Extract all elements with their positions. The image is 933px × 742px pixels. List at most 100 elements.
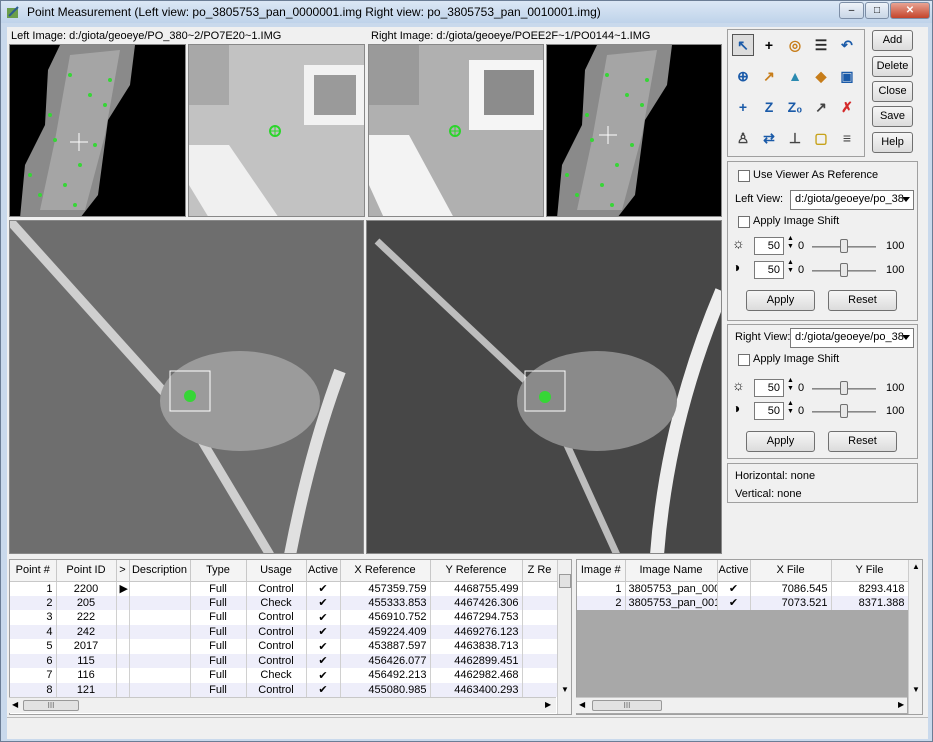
table-row[interactable]: 4 242 Full Control ✔ 459224.409 4469276.123 (10, 624, 558, 639)
table-cell[interactable]: 222 (56, 610, 117, 625)
table-cell[interactable] (522, 595, 558, 610)
table-cell[interactable]: 457359.759 (340, 581, 431, 596)
table-cell[interactable]: 459224.409 (340, 624, 431, 639)
table-cell[interactable]: 455333.853 (340, 595, 431, 610)
point_table-header[interactable]: Point ID (56, 560, 117, 582)
table-cell[interactable]: 7073.521 (750, 595, 832, 610)
table-cell[interactable]: 3 (10, 610, 57, 625)
table-row[interactable]: 3 222 Full Control ✔ 456910.752 4467294.753 (10, 610, 558, 625)
table-cell[interactable]: Full (190, 653, 247, 668)
hscroll-thumb[interactable]: III (23, 700, 79, 711)
table-cell[interactable]: 456426.077 (340, 653, 431, 668)
point_table-header[interactable]: Type (190, 560, 247, 582)
table-cell[interactable] (116, 624, 130, 639)
table-cell[interactable] (522, 639, 558, 654)
maximize-button[interactable]: □ (865, 2, 889, 19)
table-icon[interactable]: ☰ (810, 34, 832, 56)
table-cell[interactable] (522, 581, 558, 596)
table-cell[interactable]: 4463400.293 (430, 682, 523, 697)
scroll-right-icon[interactable]: ▶ (898, 700, 904, 709)
table-cell[interactable]: 456910.752 (340, 610, 431, 625)
table-cell[interactable] (522, 682, 558, 697)
point_table-header[interactable]: Active (306, 560, 341, 582)
table-cell[interactable]: 7 (10, 668, 57, 683)
table-cell[interactable]: Full (190, 595, 247, 610)
table-cell[interactable]: Control (246, 610, 307, 625)
table-cell[interactable]: Control (246, 653, 307, 668)
image_table-header[interactable]: Active (717, 560, 751, 582)
table-cell[interactable]: 4467426.306 (430, 595, 523, 610)
left-contrast-thumb[interactable] (840, 263, 848, 277)
table-cell[interactable]: 7086.545 (750, 581, 832, 596)
point-table-hscroll[interactable]: ◀ III ▶ (9, 697, 556, 713)
table-cell[interactable] (116, 668, 130, 683)
image_table-header[interactable]: Image Name (625, 560, 718, 582)
table-cell[interactable]: 2200 (56, 581, 117, 596)
table-cell[interactable] (116, 653, 130, 668)
image-table-vscroll[interactable]: ▲ ▼ (908, 560, 922, 714)
table-cell[interactable]: Control (246, 682, 307, 697)
lock-icon[interactable]: ◎ (784, 34, 806, 56)
z-sub-icon[interactable]: Z₀ (784, 96, 806, 118)
point_table-header[interactable]: X Reference (340, 560, 431, 582)
table-cell[interactable] (129, 682, 191, 697)
table-cell[interactable]: 1 (577, 581, 626, 596)
image_table-header[interactable]: Image # (577, 560, 626, 582)
table-row[interactable]: 5 2017 Full Control ✔ 453887.597 4463838.713 (10, 639, 558, 654)
table-cell[interactable]: 115 (56, 653, 117, 668)
help-button[interactable]: Help (872, 132, 913, 153)
table-cell[interactable]: ✔ (306, 639, 341, 654)
table-cell[interactable] (129, 610, 191, 625)
right-apply-button[interactable]: Apply (746, 431, 815, 452)
table-cell[interactable]: 4467294.753 (430, 610, 523, 625)
pin-icon[interactable]: ↗ (758, 65, 780, 87)
table-cell[interactable]: 116 (56, 668, 117, 683)
table-cell[interactable]: 2 (10, 595, 57, 610)
scroll-left-icon[interactable]: ◀ (579, 700, 585, 709)
table-cell[interactable] (129, 653, 191, 668)
table-cell[interactable] (129, 624, 191, 639)
vscroll-thumb[interactable] (559, 574, 571, 588)
triangle-icon[interactable]: ▲ (784, 65, 806, 87)
table-cell[interactable]: ✔ (306, 668, 341, 683)
right-reset-button[interactable]: Reset (828, 431, 897, 452)
image_table-header[interactable]: Y File (831, 560, 909, 582)
close-button[interactable]: Close (872, 81, 913, 102)
table-cell[interactable]: Full (190, 624, 247, 639)
table-cell[interactable] (116, 639, 130, 654)
table-cell[interactable]: 4463838.713 (430, 639, 523, 654)
scroll-up-icon[interactable]: ▲ (912, 562, 920, 571)
table-cell[interactable]: ✔ (306, 653, 341, 668)
table-cell[interactable]: Control (246, 624, 307, 639)
save-image-icon[interactable]: ▣ (836, 65, 858, 87)
close-window-button[interactable]: ✕ (890, 2, 930, 19)
table-cell[interactable]: Check (246, 595, 307, 610)
select-tool-icon[interactable]: ↖ (732, 34, 754, 56)
table-cell[interactable] (522, 610, 558, 625)
undo-icon[interactable]: ↶ (836, 34, 858, 56)
clear-icon[interactable]: ✗ (836, 96, 858, 118)
table-cell[interactable]: Control (246, 639, 307, 654)
scroll-right-icon[interactable]: ▶ (545, 700, 551, 709)
left-brightness-thumb[interactable] (840, 239, 848, 253)
right-contrast-thumb[interactable] (840, 404, 848, 418)
table-cell[interactable]: 8293.418 (831, 581, 909, 596)
crosshair-icon[interactable]: + (758, 34, 780, 56)
table-cell[interactable]: 453887.597 (340, 639, 431, 654)
drive-icon[interactable]: ⊥ (784, 127, 806, 149)
table-row[interactable]: 8 121 Full Control ✔ 455080.985 4463400.293 (10, 682, 558, 697)
point_table-header[interactable]: Usage (246, 560, 307, 582)
right-main-view[interactable] (366, 220, 722, 554)
layer-icon[interactable]: ◆ (810, 65, 832, 87)
table-row[interactable]: 1 3805753_pan_0000 ✔ 7086.545 8293.418 (577, 581, 909, 596)
table-cell[interactable]: ✔ (306, 595, 341, 610)
table-cell[interactable]: 5 (10, 639, 57, 654)
right-contrast-spin[interactable]: 50 (754, 402, 784, 420)
table-cell[interactable]: 121 (56, 682, 117, 697)
right-apply-shift-checkbox[interactable] (738, 354, 750, 366)
right-brightness-spin[interactable]: 50 (754, 379, 784, 397)
add-button[interactable]: Add (872, 30, 913, 51)
left-reset-button[interactable]: Reset (828, 290, 897, 311)
point_table-header[interactable]: Description (129, 560, 191, 582)
table-cell[interactable] (522, 668, 558, 683)
